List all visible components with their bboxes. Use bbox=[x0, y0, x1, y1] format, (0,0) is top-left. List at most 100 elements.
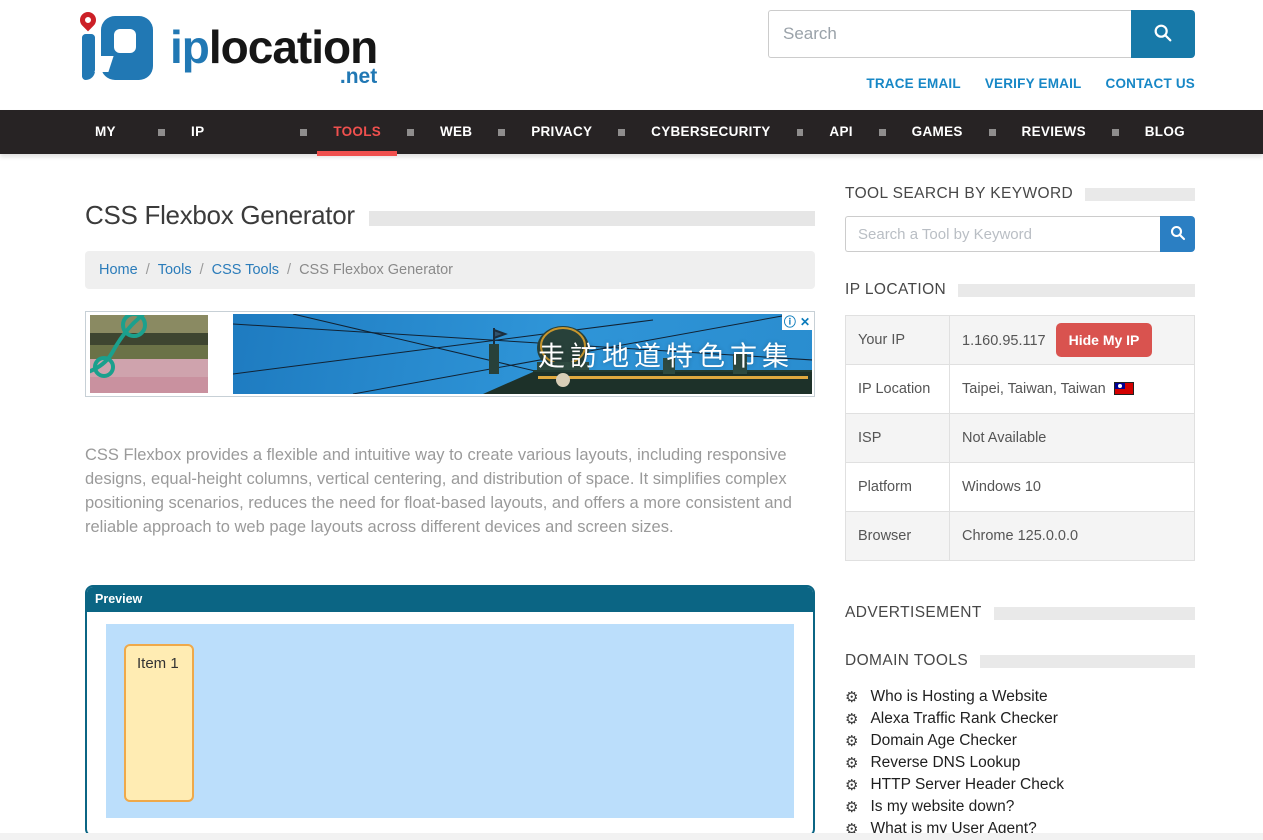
nav-item-tools[interactable]: TOOLS bbox=[323, 110, 391, 154]
tool-search-heading: TOOL SEARCH BY KEYWORD bbox=[845, 185, 1195, 203]
logo-mark-icon bbox=[78, 10, 166, 88]
preview-panel-header: Preview bbox=[87, 587, 813, 612]
domain-tools-heading: DOMAIN TOOLS bbox=[845, 652, 1195, 670]
domain-tools-heading-label: DOMAIN TOOLS bbox=[845, 652, 968, 670]
advertisement-heading-label: ADVERTISEMENT bbox=[845, 604, 982, 622]
site-logo[interactable]: iplocation .net bbox=[78, 10, 377, 91]
header-quick-links: TRACE EMAIL VERIFY EMAIL CONTACT US bbox=[866, 76, 1195, 91]
verify-email-link[interactable]: VERIFY EMAIL bbox=[985, 76, 1082, 91]
ip-location-table: Your IP 1.160.95.117Hide My IP IP Locati… bbox=[845, 315, 1195, 561]
nav-separator bbox=[989, 129, 996, 136]
nav-separator bbox=[1112, 129, 1119, 136]
breadcrumb-separator: / bbox=[287, 262, 291, 278]
table-row: IP Location Taipei, Taiwan, Taiwan bbox=[846, 365, 1195, 414]
platform-value: Windows 10 bbox=[950, 463, 1195, 512]
domain-tool-http-header[interactable]: ⚙ HTTP Server Header Check bbox=[845, 774, 1195, 796]
ad-banner[interactable]: 走訪地道特色市集 ⓘ ✕ bbox=[85, 311, 815, 397]
trace-email-link[interactable]: TRACE EMAIL bbox=[866, 76, 960, 91]
isp-value: Not Available bbox=[950, 414, 1195, 463]
logo-text: iplocation .net bbox=[170, 24, 377, 87]
nav-item-cybersecurity[interactable]: CYBERSECURITY bbox=[641, 110, 780, 154]
domain-tools-list: ⚙ Who is Hosting a Website ⚙ Alexa Traffic… bbox=[845, 686, 1195, 840]
breadcrumb-separator: / bbox=[146, 262, 150, 278]
nav-item-blog[interactable]: BLOG bbox=[1135, 110, 1195, 154]
flex-preview-item-1[interactable]: Item 1 bbox=[124, 644, 194, 802]
gear-icon: ⚙ bbox=[845, 690, 858, 705]
nav-item-api[interactable]: API bbox=[819, 110, 862, 154]
breadcrumb-tools[interactable]: Tools bbox=[158, 262, 192, 278]
contact-us-link[interactable]: CONTACT US bbox=[1106, 76, 1196, 91]
gear-icon: ⚙ bbox=[845, 756, 858, 771]
ad-info-icon[interactable]: ⓘ bbox=[782, 314, 798, 330]
ad-caption: 走訪地道特色市集 bbox=[538, 335, 794, 374]
nav-separator bbox=[797, 129, 804, 136]
gear-icon: ⚙ bbox=[845, 800, 858, 815]
tool-search-input[interactable] bbox=[845, 216, 1160, 252]
row-label: ISP bbox=[846, 414, 950, 463]
gear-icon: ⚙ bbox=[845, 778, 858, 793]
breadcrumb-home[interactable]: Home bbox=[99, 262, 138, 278]
taiwan-flag-icon bbox=[1114, 382, 1134, 395]
nav-separator bbox=[407, 129, 414, 136]
list-item-label: HTTP Server Header Check bbox=[870, 776, 1064, 794]
domain-tool-alexa-rank[interactable]: ⚙ Alexa Traffic Rank Checker bbox=[845, 708, 1195, 730]
search-icon bbox=[1152, 22, 1174, 47]
row-label: Browser bbox=[846, 512, 950, 561]
nav-item-privacy[interactable]: PRIVACY bbox=[521, 110, 602, 154]
logo-ip: ip bbox=[170, 21, 209, 73]
site-search-button[interactable] bbox=[1131, 10, 1195, 58]
list-item-label: Who is Hosting a Website bbox=[870, 688, 1047, 706]
logo-p-shape bbox=[101, 16, 153, 80]
list-item-label: Alexa Traffic Rank Checker bbox=[870, 710, 1058, 728]
nav-separator bbox=[498, 129, 505, 136]
ad-left-photo bbox=[90, 315, 208, 393]
nav-separator bbox=[300, 129, 307, 136]
tool-search-heading-label: TOOL SEARCH BY KEYWORD bbox=[845, 185, 1073, 203]
logo-i-shape bbox=[82, 34, 95, 80]
heading-decorative-bar bbox=[1085, 188, 1195, 201]
ip-location-value: Taipei, Taiwan, Taiwan bbox=[962, 381, 1106, 397]
table-row: Browser Chrome 125.0.0.0 bbox=[846, 512, 1195, 561]
table-row: Platform Windows 10 bbox=[846, 463, 1195, 512]
tool-search-button[interactable] bbox=[1160, 216, 1195, 252]
nav-item-reviews[interactable]: REVIEWS bbox=[1012, 110, 1096, 154]
domain-tool-website-down[interactable]: ⚙ Is my website down? bbox=[845, 796, 1195, 818]
site-header: iplocation .net TRACE EMAIL VERIFY EMAIL… bbox=[0, 0, 1263, 110]
nav-item-games[interactable]: GAMES bbox=[902, 110, 973, 154]
flex-preview-container: Item 1 bbox=[106, 624, 794, 818]
hide-my-ip-button[interactable]: Hide My IP bbox=[1056, 323, 1153, 357]
breadcrumb: Home / Tools / CSS Tools / CSS Flexbox G… bbox=[85, 251, 815, 289]
nav-item-web[interactable]: WEB bbox=[430, 110, 482, 154]
row-label: Your IP bbox=[846, 316, 950, 365]
nav-separator bbox=[879, 129, 886, 136]
ip-location-heading-label: IP LOCATION bbox=[845, 281, 946, 299]
location-pin-icon bbox=[77, 9, 100, 32]
table-row: Your IP 1.160.95.117Hide My IP bbox=[846, 316, 1195, 365]
row-label: Platform bbox=[846, 463, 950, 512]
browser-value: Chrome 125.0.0.0 bbox=[950, 512, 1195, 561]
main-navigation: MY IP IP TRACKER TOOLS WEB PRIVACY CYBER… bbox=[0, 110, 1263, 154]
ad-creative-image: 走訪地道特色市集 ⓘ ✕ bbox=[233, 314, 812, 394]
site-search-input[interactable] bbox=[768, 10, 1131, 58]
heading-decorative-bar bbox=[980, 655, 1195, 668]
heading-decorative-bar bbox=[958, 284, 1195, 297]
page-title: CSS Flexbox Generator bbox=[85, 200, 355, 231]
row-label: IP Location bbox=[846, 365, 950, 414]
breadcrumb-current: CSS Flexbox Generator bbox=[299, 262, 453, 278]
breadcrumb-css-tools[interactable]: CSS Tools bbox=[212, 262, 279, 278]
ad-controls: ⓘ ✕ bbox=[782, 314, 812, 330]
domain-tool-hosting[interactable]: ⚙ Who is Hosting a Website bbox=[845, 686, 1195, 708]
nav-item-ip-tracker[interactable]: IP TRACKER bbox=[181, 110, 284, 154]
sidebar: TOOL SEARCH BY KEYWORD IP LOCATION Your … bbox=[845, 185, 1195, 840]
ad-close-icon[interactable]: ✕ bbox=[798, 314, 812, 330]
nav-item-my-ip[interactable]: MY IP bbox=[85, 110, 142, 154]
nav-separator bbox=[158, 129, 165, 136]
domain-tool-domain-age[interactable]: ⚙Domain Age Checker bbox=[845, 730, 1195, 752]
nav-separator bbox=[618, 129, 625, 136]
domain-tool-reverse-dns[interactable]: ⚙ Reverse DNS Lookup bbox=[845, 752, 1195, 774]
gear-icon: ⚙ bbox=[845, 712, 858, 727]
list-item-label: Is my website down? bbox=[870, 798, 1014, 816]
list-item-label: Reverse DNS Lookup bbox=[870, 754, 1020, 772]
tool-description: CSS Flexbox provides a flexible and intu… bbox=[85, 443, 805, 539]
title-decorative-bar bbox=[369, 211, 815, 226]
